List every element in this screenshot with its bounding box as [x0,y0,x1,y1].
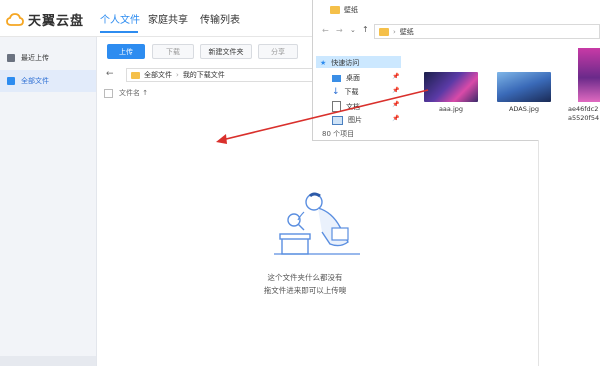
drag-arrow-icon [216,89,429,144]
